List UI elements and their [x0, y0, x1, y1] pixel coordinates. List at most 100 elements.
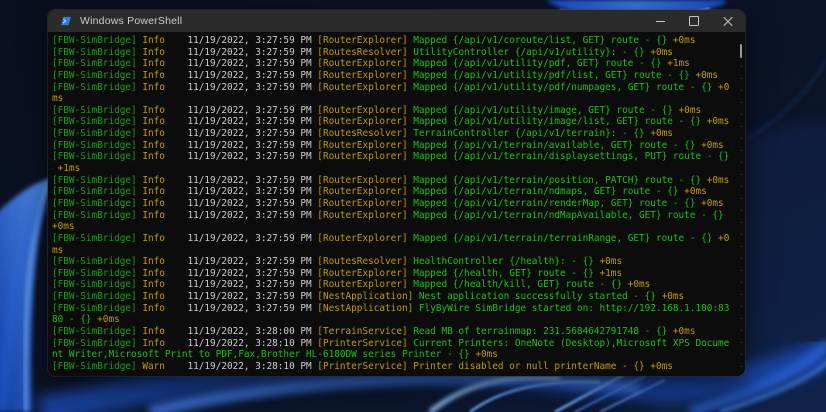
log-segment: +0ms — [92, 314, 120, 325]
log-segment: +1ms — [662, 58, 690, 69]
log-line: [FBW-SimBridge] Info 11/19/2022, 3:27:59… — [52, 233, 737, 245]
log-line: [FBW-SimBridge] Info 11/19/2022, 3:27:59… — [52, 279, 737, 291]
powershell-window: Windows PowerShell [FBW-SimBridge] Info … — [48, 10, 745, 376]
log-segment: +0ms — [701, 175, 729, 186]
scrollbar-track — [741, 54, 742, 370]
log-segment: Mapped {/api/v1/coroute/list, GET} route… — [413, 35, 667, 46]
log-line: [FBW-SimBridge] Info 11/19/2022, 3:28:10… — [52, 338, 737, 350]
log-line: [FBW-SimBridge] Info 11/19/2022, 3:27:59… — [52, 256, 737, 268]
log-segment: 11/19/2022, 3:27:59 PM — [187, 105, 317, 116]
log-line: [FBW-SimBridge] Warn 11/19/2022, 3:28:10… — [52, 361, 737, 373]
log-segment: +0ms — [679, 186, 707, 197]
close-icon — [723, 16, 733, 26]
log-segment: +0ms — [701, 116, 729, 127]
log-segment: +0 — [712, 82, 729, 93]
log-segment: +0ms — [645, 47, 673, 58]
maximize-button[interactable] — [677, 10, 711, 32]
log-segment: [FBW-SimBridge] — [52, 35, 142, 46]
log-segment: +0ms — [470, 349, 498, 360]
log-line: 80 - {} +0ms — [52, 314, 737, 326]
log-segment: 11/19/2022, 3:27:59 PM — [187, 128, 317, 139]
log-segment: Info — [142, 291, 187, 302]
log-segment: Warn — [142, 361, 187, 372]
log-line: nt Writer,Microsoft Print to PDF,Fax,Bro… — [52, 349, 737, 361]
log-line: [FBW-SimBridge] Info 11/19/2022, 3:27:59… — [52, 303, 737, 315]
log-segment: Info — [142, 198, 187, 209]
log-segment: 11/19/2022, 3:27:59 PM — [187, 303, 317, 314]
log-segment: [FBW-SimBridge] — [52, 291, 142, 302]
log-segment: [RouterExplorer] — [317, 140, 413, 151]
log-segment: [RoutesResolver] — [317, 256, 413, 267]
log-segment: +0ms — [656, 291, 684, 302]
log-segment: [TerrainService] — [317, 326, 413, 337]
log-segment: [FBW-SimBridge] — [52, 256, 142, 267]
log-segment: +1ms — [594, 268, 622, 279]
log-segment: 11/19/2022, 3:28:10 PM — [187, 361, 317, 372]
log-segment: Mapped {/api/v1/utility/image, GET} rout… — [413, 105, 673, 116]
log-line: [FBW-SimBridge] Info 11/19/2022, 3:27:59… — [52, 198, 737, 210]
log-segment: [RouterExplorer] — [317, 105, 413, 116]
log-line: [FBW-SimBridge] Info 11/19/2022, 3:27:59… — [52, 268, 737, 280]
log-segment: 11/19/2022, 3:28:10 PM — [187, 338, 317, 349]
log-segment: +1ms — [52, 163, 80, 174]
terminal-output[interactable]: [FBW-SimBridge] Info 11/19/2022, 3:27:59… — [48, 32, 745, 376]
log-segment: 11/19/2022, 3:27:59 PM — [187, 175, 317, 186]
log-segment: ms — [52, 245, 63, 256]
log-line: [FBW-SimBridge] Info 11/19/2022, 3:27:59… — [52, 82, 737, 94]
log-segment: ms — [52, 93, 63, 104]
log-segment: FlyByWire SimBridge started on: http://1… — [419, 303, 729, 314]
log-segment: [FBW-SimBridge] — [52, 198, 142, 209]
log-segment: Current Printers: OneNote (Desktop),Micr… — [413, 338, 729, 349]
log-segment: nt Writer,Microsoft Print to PDF,Fax,Bro… — [52, 349, 470, 360]
log-segment: 11/19/2022, 3:27:59 PM — [187, 268, 317, 279]
log-segment: [FBW-SimBridge] — [52, 210, 142, 221]
log-segment: [FBW-SimBridge] — [52, 233, 142, 244]
log-segment: Info — [142, 35, 187, 46]
log-line: [FBW-SimBridge] Info 11/19/2022, 3:27:59… — [52, 116, 737, 128]
log-segment: [FBW-SimBridge] — [52, 279, 142, 290]
log-line: [FBW-SimBridge] Info 11/19/2022, 3:27:59… — [52, 175, 737, 187]
log-segment: [FBW-SimBridge] — [52, 82, 142, 93]
terminal-scrollbar[interactable] — [739, 36, 744, 370]
log-segment: Info — [142, 186, 187, 197]
close-button[interactable] — [711, 10, 745, 32]
log-segment: [RouterExplorer] — [317, 151, 413, 162]
log-lines: [FBW-SimBridge] Info 11/19/2022, 3:27:59… — [52, 35, 737, 373]
window-titlebar[interactable]: Windows PowerShell — [48, 10, 745, 32]
minimize-button[interactable] — [643, 10, 677, 32]
log-segment: [FBW-SimBridge] — [52, 128, 142, 139]
log-segment: [FBW-SimBridge] — [52, 70, 142, 81]
log-segment: 11/19/2022, 3:27:59 PM — [187, 198, 317, 209]
log-segment: [RoutesResolver] — [317, 128, 413, 139]
log-segment: [PrinterService] — [317, 361, 413, 372]
log-segment: +0ms — [594, 256, 622, 267]
log-segment: 11/19/2022, 3:27:59 PM — [187, 58, 317, 69]
log-line: [FBW-SimBridge] Info 11/19/2022, 3:27:59… — [52, 140, 737, 152]
log-segment: Info — [142, 47, 187, 58]
log-segment: +0ms — [667, 326, 695, 337]
log-segment: 11/19/2022, 3:27:59 PM — [187, 82, 317, 93]
log-segment: +0ms — [673, 105, 701, 116]
log-segment: UtilityController {/api/v1/utility}: - {… — [413, 47, 644, 58]
log-segment: [RouterExplorer] — [317, 279, 413, 290]
log-segment: Mapped {/api/v1/utility/pdf/numpages, GE… — [413, 82, 712, 93]
scrollbar-thumb[interactable] — [740, 44, 742, 58]
log-segment: Info — [142, 256, 187, 267]
log-segment: Mapped {/health, GET} route - {} — [413, 268, 594, 279]
log-segment: [FBW-SimBridge] — [52, 186, 142, 197]
log-segment: [PrinterService] — [317, 338, 413, 349]
maximize-icon — [689, 16, 699, 26]
log-line: [FBW-SimBridge] Info 11/19/2022, 3:28:00… — [52, 326, 737, 338]
log-line: [FBW-SimBridge] Info 11/19/2022, 3:27:59… — [52, 58, 737, 70]
log-segment: +0ms — [690, 70, 718, 81]
log-segment: TerrainController {/api/v1/terrain}: - {… — [413, 128, 644, 139]
log-segment: [FBW-SimBridge] — [52, 58, 142, 69]
log-segment: Info — [142, 279, 187, 290]
log-segment: +0ms — [52, 221, 75, 232]
log-segment: Info — [142, 268, 187, 279]
log-segment: +0ms — [667, 35, 695, 46]
log-segment: [FBW-SimBridge] — [52, 338, 142, 349]
log-segment: [RouterExplorer] — [317, 116, 413, 127]
log-segment: +0ms — [695, 198, 723, 209]
log-segment: 11/19/2022, 3:27:59 PM — [187, 140, 317, 151]
